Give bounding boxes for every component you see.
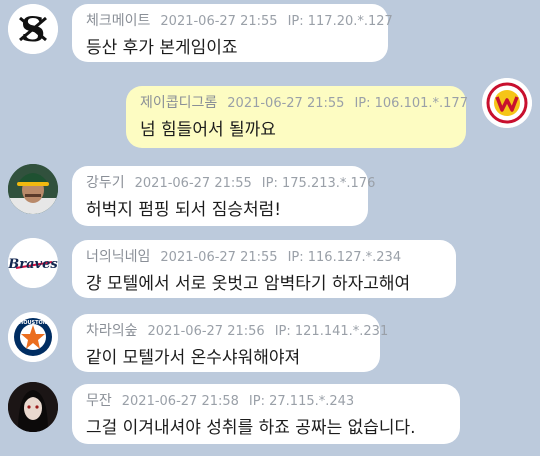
athletics-player-photo-icon xyxy=(8,164,58,214)
astros-logo-text: HOUSTON xyxy=(19,320,47,326)
avatar[interactable]: Braves xyxy=(8,238,58,288)
message-bubble: 무잔 2021-06-27 21:58 IP: 27.115.*.243 그걸 이겨… xyxy=(72,384,460,444)
braves-logo-icon: Braves xyxy=(8,238,58,288)
author-nickname[interactable]: 무잔 xyxy=(86,393,112,409)
astros-logo-icon: HOUSTON xyxy=(8,312,58,362)
message-text: 넘 힘들어서 될까요 xyxy=(140,120,276,140)
ip-label: IP: xyxy=(287,250,304,265)
avatar[interactable] xyxy=(8,164,58,214)
ip-label: IP: xyxy=(248,394,265,409)
author-nickname[interactable]: 강두기 xyxy=(86,175,125,191)
message-bubble-own: 제이콥디그롬 2021-06-27 21:55 IP: 106.101.*.177 … xyxy=(126,86,468,148)
author-nickname[interactable]: 제이콥디그롬 xyxy=(140,95,217,111)
white-sox-logo-icon: S xyxy=(8,4,58,54)
ip-address: 116.127.*.234 xyxy=(307,250,402,265)
ip-address: 117.20.*.127 xyxy=(307,14,393,29)
ip-label: IP: xyxy=(287,14,304,29)
timestamp: 2021-06-27 21:58 xyxy=(121,394,239,409)
timestamp: 2021-06-27 21:55 xyxy=(134,176,252,191)
message-text: 걍 모텔에서 서로 옷벗고 암벽타기 하자고해여 xyxy=(86,274,411,294)
timestamp: 2021-06-27 21:56 xyxy=(147,324,265,339)
wyverns-logo-icon xyxy=(482,78,532,128)
message-text: 허벅지 펌핑 되서 짐승처럼! xyxy=(86,200,282,220)
avatar[interactable]: HOUSTON xyxy=(8,312,58,362)
braves-logo-text: Braves xyxy=(8,257,58,272)
message-bubble: 강두기 2021-06-27 21:55 IP: 175.213.*.176 허벅지… xyxy=(72,166,375,226)
author-nickname[interactable]: 차라의숲 xyxy=(86,323,138,339)
ip-label: IP: xyxy=(274,324,291,339)
author-nickname[interactable]: 체크메이트 xyxy=(86,13,150,29)
ip-address: 121.141.*.231 xyxy=(294,324,389,339)
message-text: 같이 모텔가서 온수샤워해야져 xyxy=(86,348,301,368)
timestamp: 2021-06-27 21:55 xyxy=(160,250,278,265)
timestamp: 2021-06-27 21:55 xyxy=(227,96,345,111)
message-bubble: 너의닉네임 2021-06-27 21:55 IP: 116.127.*.234 걍… xyxy=(72,240,456,298)
ip-label: IP: xyxy=(261,176,278,191)
message-bubble: 체크메이트 2021-06-27 21:55 IP: 117.20.*.127 등산… xyxy=(72,4,393,62)
avatar[interactable] xyxy=(8,382,58,432)
message-text: 등산 후가 본게임이죠 xyxy=(86,38,238,58)
avatar[interactable]: S xyxy=(8,4,58,54)
ip-address: 175.213.*.176 xyxy=(282,176,376,191)
timestamp: 2021-06-27 21:55 xyxy=(160,14,278,29)
message-bubble: 차라의숲 2021-06-27 21:56 IP: 121.141.*.231 같이… xyxy=(72,314,388,372)
author-nickname[interactable]: 너의닉네임 xyxy=(86,249,150,265)
message-text: 그걸 이겨내셔야 성취를 하죠 공짜는 없습니다. xyxy=(86,418,416,438)
muzan-portrait-icon xyxy=(8,382,58,432)
ip-label: IP: xyxy=(354,96,371,111)
avatar[interactable] xyxy=(482,78,532,128)
ip-address: 27.115.*.243 xyxy=(269,394,355,409)
ip-address: 106.101.*.177 xyxy=(374,96,468,111)
